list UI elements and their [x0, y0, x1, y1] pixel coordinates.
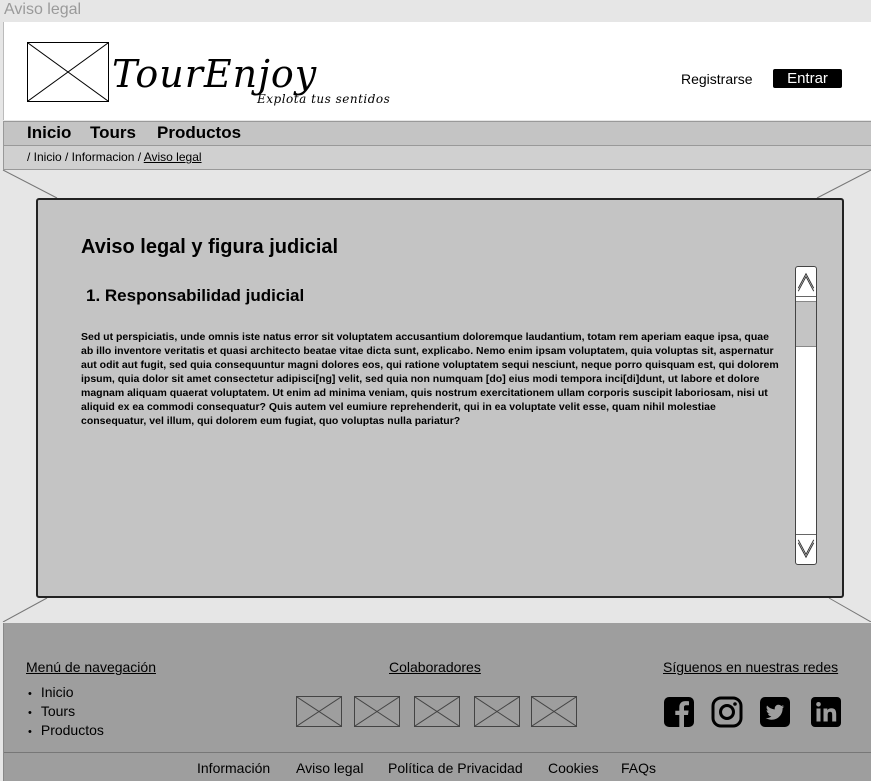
- collaborator-logo-placeholder[interactable]: [414, 696, 460, 727]
- footer-nav-item[interactable]: Inicio: [28, 684, 104, 703]
- linkedin-icon[interactable]: [810, 696, 842, 728]
- brand-logo[interactable]: TourEnjoy Explota tus sentidos: [112, 44, 412, 114]
- page-title: Aviso legal y figura judicial: [81, 236, 339, 258]
- footer-nav-heading[interactable]: Menú de navegación: [26, 659, 156, 675]
- chevron-down-icon: [797, 539, 815, 559]
- register-link[interactable]: Registrarse: [681, 71, 753, 87]
- brand-tagline: Explota tus sentidos: [257, 92, 391, 106]
- window-titlebar: Aviso legal: [0, 0, 871, 22]
- footer-link-aviso-legal[interactable]: Aviso legal: [296, 760, 363, 776]
- twitter-icon[interactable]: [759, 696, 791, 728]
- footer-link-cookies[interactable]: Cookies: [548, 760, 599, 776]
- scroll-up-button[interactable]: [796, 267, 816, 297]
- scroll-thumb[interactable]: [796, 301, 816, 347]
- nav-item-inicio[interactable]: Inicio: [27, 123, 71, 143]
- login-button[interactable]: Entrar: [773, 69, 842, 88]
- vertical-scrollbar[interactable]: [795, 266, 817, 565]
- nav-item-productos[interactable]: Productos: [157, 123, 241, 143]
- footer-link-faqs[interactable]: FAQs: [621, 760, 656, 776]
- legal-body-text: Sed ut perspiciatis, unde omnis iste nat…: [81, 331, 779, 427]
- footer-links-bar: Información Aviso legal Política de Priv…: [4, 752, 871, 781]
- section-title: 1. Responsabilidad judicial: [86, 286, 305, 305]
- breadcrumb-path[interactable]: / Inicio / Informacion /: [27, 150, 144, 164]
- collaborator-logo-placeholder[interactable]: [354, 696, 400, 727]
- main-nav: Inicio Tours Productos: [3, 121, 871, 146]
- footer-nav-item[interactable]: Tours: [28, 703, 104, 722]
- footer-link-informacion[interactable]: Información: [197, 760, 270, 776]
- footer-link-privacidad[interactable]: Política de Privacidad: [388, 760, 523, 776]
- footer-nav-item[interactable]: Productos: [28, 722, 104, 741]
- footer-nav-list: Inicio Tours Productos: [28, 684, 104, 741]
- chevron-up-icon: [797, 272, 815, 292]
- facebook-icon[interactable]: [663, 696, 695, 728]
- collaborator-logo-placeholder[interactable]: [296, 696, 342, 727]
- collaborator-logo-placeholder[interactable]: [474, 696, 520, 727]
- nav-item-tours[interactable]: Tours: [90, 123, 136, 143]
- breadcrumb-current[interactable]: Aviso legal: [144, 150, 202, 164]
- window-title: Aviso legal: [4, 1, 82, 18]
- breadcrumb: / Inicio / Informacion / Aviso legal: [3, 146, 871, 170]
- collaborator-logo-placeholder[interactable]: [531, 696, 577, 727]
- footer-social-heading[interactable]: Síguenos en nuestras redes: [663, 659, 838, 675]
- footer-collab-heading[interactable]: Colaboradores: [389, 659, 481, 675]
- logo-image-placeholder: [27, 42, 109, 102]
- brand-name: TourEnjoy: [112, 52, 318, 96]
- legal-content-panel: Aviso legal y figura judicial 1. Respons…: [36, 198, 844, 598]
- instagram-icon[interactable]: [711, 696, 743, 728]
- site-footer: Menú de navegación Inicio Tours Producto…: [3, 623, 871, 781]
- site-header: TourEnjoy Explota tus sentidos Registrar…: [3, 22, 871, 120]
- scroll-down-button[interactable]: [796, 534, 816, 564]
